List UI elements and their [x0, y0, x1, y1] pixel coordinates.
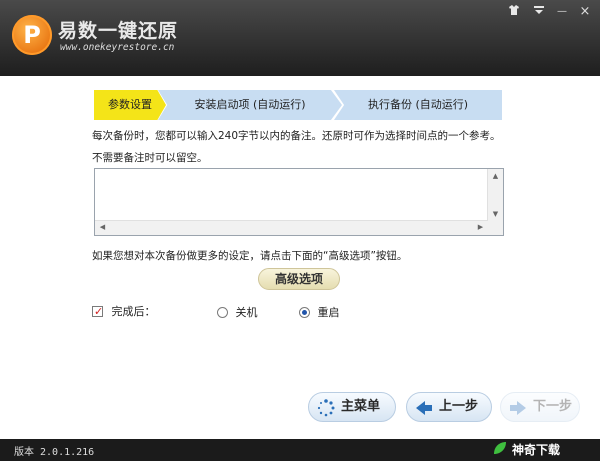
- main-menu-button[interactable]: 主菜单: [308, 392, 396, 422]
- radio-restart-label: 重启: [317, 306, 340, 319]
- minimize-button[interactable]: —: [553, 5, 571, 19]
- scroll-right-icon[interactable]: ▶: [474, 221, 487, 234]
- app-logo-icon: P: [12, 15, 52, 55]
- scrollbar-corner: [488, 221, 503, 235]
- next-step-button[interactable]: 下一步: [500, 392, 580, 422]
- step-parameter-settings: 参数设置: [94, 90, 166, 120]
- main-menu-label: 主菜单: [341, 399, 381, 414]
- memo-box: ▲ ▼ ◀ ▶: [94, 168, 504, 236]
- title-bar: P 易数一键还原 www.onekeyrestore.cn — ×: [0, 0, 600, 76]
- watermark-text: 神奇下载: [512, 443, 561, 457]
- back-arrow-icon: [416, 401, 432, 415]
- shirt-icon[interactable]: [505, 5, 523, 19]
- spinner-icon: [317, 399, 335, 417]
- instruction-memo-optional: 不需要备注时可以留空。: [92, 152, 208, 164]
- app-url: www.onekeyrestore.cn: [60, 42, 175, 53]
- main-content: 执行备份 (自动运行) 安装启动项 (自动运行) 参数设置 每次备份时，您都可以…: [0, 76, 600, 439]
- app-title: 易数一键还原: [58, 20, 179, 42]
- prev-step-label: 上一步: [439, 399, 479, 414]
- step-install-startup: 安装启动项 (自动运行): [158, 90, 342, 120]
- after-completion-checkbox[interactable]: ✓: [92, 305, 104, 318]
- after-completion-label: 完成后：: [111, 305, 156, 318]
- advanced-options-button[interactable]: 高级选项: [258, 268, 340, 290]
- status-bar: 版本 2.0.1.216 神奇下载: [0, 439, 600, 461]
- step-progress: 执行备份 (自动运行) 安装启动项 (自动运行) 参数设置: [94, 90, 502, 120]
- leaf-icon: [494, 442, 506, 454]
- radio-shutdown-circle[interactable]: [217, 307, 228, 318]
- vertical-scrollbar[interactable]: ▲ ▼: [487, 169, 503, 222]
- version-text: 版本 2.0.1.216: [14, 447, 95, 458]
- radio-selected-dot: [302, 310, 307, 315]
- menu-down-icon[interactable]: [530, 5, 548, 19]
- radio-restart-circle[interactable]: [299, 307, 310, 318]
- instruction-advanced: 如果您想对本次备份做更多的设定，请点击下面的“高级选项”按钮。: [92, 250, 408, 262]
- check-icon: ✓: [94, 305, 104, 318]
- radio-shutdown[interactable]: 关机: [217, 305, 258, 321]
- watermark: 神奇下载: [494, 441, 561, 458]
- close-button[interactable]: ×: [576, 5, 594, 19]
- memo-textarea[interactable]: [95, 169, 488, 222]
- scroll-left-icon[interactable]: ◀: [96, 221, 109, 234]
- radio-restart[interactable]: 重启: [299, 305, 340, 321]
- prev-step-button[interactable]: 上一步: [406, 392, 492, 422]
- radio-shutdown-label: 关机: [235, 306, 258, 319]
- forward-arrow-icon: [510, 401, 526, 415]
- scroll-down-icon[interactable]: ▼: [489, 208, 502, 221]
- scroll-up-icon[interactable]: ▲: [489, 170, 502, 183]
- step-execute-backup: 执行备份 (自动运行): [334, 90, 502, 120]
- after-completion-row[interactable]: ✓ 完成后：: [92, 304, 156, 320]
- instruction-memo-length: 每次备份时，您都可以输入240字节以内的备注。还原时可作为选择时间点的一个参考。: [92, 130, 501, 142]
- horizontal-scrollbar[interactable]: ◀ ▶: [95, 220, 488, 235]
- next-step-label: 下一步: [533, 399, 573, 414]
